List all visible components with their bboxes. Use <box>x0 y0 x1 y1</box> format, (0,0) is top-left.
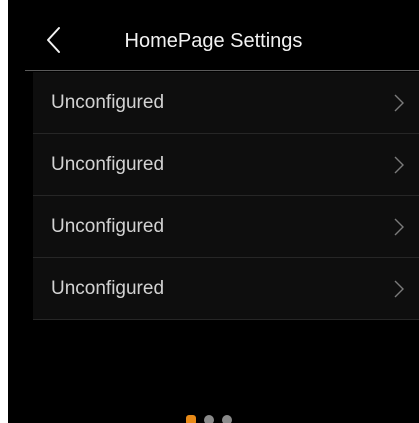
chevron-right-icon <box>393 279 405 299</box>
list-item-label: Unconfigured <box>51 216 165 237</box>
page-dot[interactable] <box>222 415 232 423</box>
homepage-settings-list: Unconfigured Unconfigured Unconfigured U… <box>33 72 419 320</box>
list-item-1[interactable]: Unconfigured <box>33 72 419 134</box>
chevron-right-icon <box>393 217 405 237</box>
list-item-4[interactable]: Unconfigured <box>33 258 419 320</box>
chevron-right-icon <box>393 155 405 175</box>
page-indicator <box>186 415 232 423</box>
list-item-label: Unconfigured <box>51 154 165 175</box>
list-item-label: Unconfigured <box>51 278 165 299</box>
chevron-right-icon <box>393 93 405 113</box>
settings-screen: HomePage Settings Unconfigured Unconfigu… <box>8 0 419 423</box>
header-divider <box>25 70 419 71</box>
page-dot-active[interactable] <box>186 415 196 423</box>
page-title: HomePage Settings <box>124 30 303 52</box>
list-item-label: Unconfigured <box>51 92 165 113</box>
header-bar: HomePage Settings <box>8 0 419 70</box>
list-item-2[interactable]: Unconfigured <box>33 134 419 196</box>
page-dot[interactable] <box>204 415 214 423</box>
list-item-3[interactable]: Unconfigured <box>33 196 419 258</box>
